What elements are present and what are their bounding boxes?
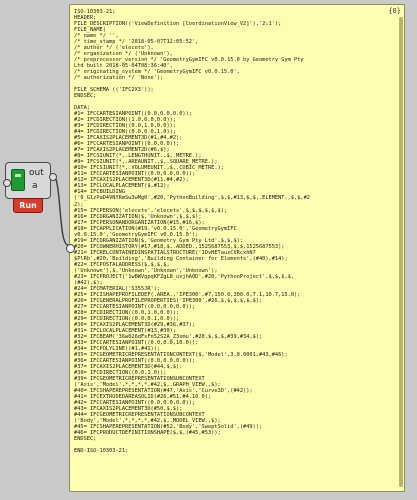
input-label: a xyxy=(32,181,38,191)
output-port[interactable] xyxy=(49,173,57,181)
panel-index-label: {0} xyxy=(388,7,401,15)
component-body[interactable]: out a xyxy=(3,162,57,199)
run-tab[interactable]: Run xyxy=(13,198,43,213)
input-port[interactable] xyxy=(3,179,11,187)
ifc-text-output: ISO-10303-21; HEADER; FILE_DESCRIPTION((… xyxy=(74,9,310,455)
panel-content: ISO-10303-21; HEADER; FILE_DESCRIPTION((… xyxy=(70,5,404,491)
python-script-component[interactable]: out a Run xyxy=(3,162,57,213)
python-icon xyxy=(11,169,25,191)
output-label: out xyxy=(29,168,44,178)
panel-scrollbar[interactable] xyxy=(399,17,403,487)
text-panel[interactable]: ISO-10303-21; HEADER; FILE_DESCRIPTION((… xyxy=(66,4,405,492)
panel-scroll-thumb[interactable] xyxy=(399,17,403,487)
